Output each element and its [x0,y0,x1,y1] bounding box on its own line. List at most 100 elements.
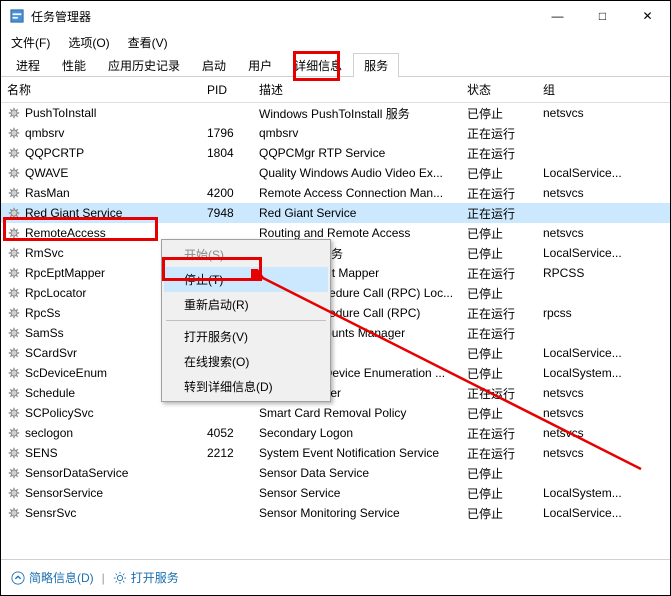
cell-name: SensrSvc [1,506,201,520]
tab-history[interactable]: 应用历史记录 [97,53,191,76]
service-icon [7,306,21,320]
ctx-divider [166,320,326,321]
service-icon [7,106,21,120]
close-button[interactable]: ✕ [625,1,670,31]
tab-details[interactable]: 详细信息 [283,53,353,76]
service-icon [7,146,21,160]
cell-group: LocalService... [537,506,637,520]
ctx-restart[interactable]: 重新启动(R) [164,292,328,317]
ctx-stop[interactable]: 停止(T) [164,267,328,292]
table-row[interactable]: SCardSvrSmart Card已停止LocalService... [1,343,670,363]
table-row[interactable]: SensorDataServiceSensor Data Service已停止 [1,463,670,483]
cell-group: netsvcs [537,226,637,240]
cell-status: 已停止 [461,105,537,122]
service-icon [7,486,21,500]
cell-name: SCPolicySvc [1,406,201,420]
cell-status: 正在运行 [461,185,537,202]
header-status[interactable]: 状态 [461,77,537,102]
table-row[interactable]: RpcEptMapperRPC Endpoint Mapper正在运行RPCSS [1,263,670,283]
service-icon [7,366,21,380]
maximize-button[interactable]: □ [580,1,625,31]
table-row[interactable]: qmbsrv1796qmbsrv正在运行 [1,123,670,143]
cell-desc: Secondary Logon [253,426,461,440]
table-row[interactable]: QQPCRTP1804QQPCMgr RTP Service正在运行 [1,143,670,163]
cell-desc: Red Giant Service [253,206,461,220]
cell-desc: Windows PushToInstall 服务 [253,105,461,122]
cell-group: netsvcs [537,386,637,400]
cell-name: QQPCRTP [1,146,201,160]
service-list[interactable]: PushToInstallWindows PushToInstall 服务已停止… [1,103,670,543]
cell-group: LocalService... [537,346,637,360]
open-services-link[interactable]: 打开服务 [113,569,179,586]
cell-name: Red Giant Service [1,206,201,220]
table-row[interactable]: SensrSvcSensor Monitoring Service已停止Loca… [1,503,670,523]
cell-group: netsvcs [537,426,637,440]
cell-group: netsvcs [537,106,637,120]
table-row[interactable]: ScDeviceEnumSmart Card Device Enumeratio… [1,363,670,383]
minimize-button[interactable]: — [535,1,580,31]
ctx-go-to-details[interactable]: 转到详细信息(D) [164,374,328,399]
table-row[interactable]: Schedule1176Task Scheduler正在运行netsvcs [1,383,670,403]
column-headers: 名称 PID 描述 状态 组 [1,77,670,103]
tab-services[interactable]: 服务 [353,53,399,77]
cell-name: PushToInstall [1,106,201,120]
chevron-up-icon [11,571,25,585]
header-name[interactable]: 名称 [1,77,201,102]
service-icon [7,246,21,260]
cell-group: netsvcs [537,446,637,460]
cell-status: 已停止 [461,365,537,382]
menu-view[interactable]: 查看(V) [124,32,172,53]
service-icon [7,286,21,300]
cell-name: RemoteAccess [1,226,201,240]
cell-group: LocalSystem... [537,486,637,500]
table-row[interactable]: RmSvc无线电管理服务已停止LocalService... [1,243,670,263]
table-row[interactable]: RpcLocatorRemote Procedure Call (RPC) Lo… [1,283,670,303]
cell-name: SensorDataService [1,466,201,480]
service-icon [7,326,21,340]
tab-users[interactable]: 用户 [237,53,283,76]
cell-status: 正在运行 [461,305,537,322]
table-row[interactable]: SENS2212System Event Notification Servic… [1,443,670,463]
header-pid[interactable]: PID [201,79,253,101]
brief-info-link[interactable]: 简略信息(D) [11,569,94,586]
ctx-open-services[interactable]: 打开服务(V) [164,324,328,349]
table-row[interactable]: RemoteAccessRouting and Remote Access已停止… [1,223,670,243]
cell-pid: 1796 [201,126,253,140]
table-row[interactable]: SensorServiceSensor Service已停止LocalSyste… [1,483,670,503]
tab-processes[interactable]: 进程 [5,53,51,76]
tab-startup[interactable]: 启动 [191,53,237,76]
service-icon [7,466,21,480]
service-icon [7,266,21,280]
cell-desc: Smart Card Removal Policy [253,406,461,420]
ctx-start[interactable]: 开始(S) [164,242,328,267]
table-row[interactable]: RasMan4200Remote Access Connection Man..… [1,183,670,203]
cell-status: 已停止 [461,505,537,522]
cell-status: 正在运行 [461,125,537,142]
header-desc[interactable]: 描述 [253,77,461,102]
table-row[interactable]: SCPolicySvcSmart Card Removal Policy已停止n… [1,403,670,423]
header-group[interactable]: 组 [537,77,654,102]
cell-desc: Sensor Data Service [253,466,461,480]
table-row[interactable]: seclogon4052Secondary Logon正在运行netsvcs [1,423,670,443]
cell-group: LocalSystem... [537,366,637,380]
menu-file[interactable]: 文件(F) [7,32,54,53]
service-icon [7,206,21,220]
menu-options[interactable]: 选项(O) [64,32,113,53]
cell-pid: 2212 [201,446,253,460]
ctx-search-online[interactable]: 在线搜索(O) [164,349,328,374]
table-row[interactable]: RpcSsRemote Procedure Call (RPC)正在运行rpcs… [1,303,670,323]
cell-desc: Sensor Service [253,486,461,500]
cell-status: 正在运行 [461,445,537,462]
tab-performance[interactable]: 性能 [51,53,97,76]
service-icon [7,506,21,520]
table-row[interactable]: SamSsSecurity Accounts Manager正在运行 [1,323,670,343]
cell-desc: QQPCMgr RTP Service [253,146,461,160]
cell-status: 已停止 [461,405,537,422]
service-icon [7,126,21,140]
table-row[interactable]: PushToInstall Windows PushToInstall 服务已停止… [1,103,670,123]
table-row[interactable]: Red Giant Service7948Red Giant Service正在… [1,203,670,223]
table-row[interactable]: QWAVEQuality Windows Audio Video Ex...已停… [1,163,670,183]
cell-desc: Remote Access Connection Man... [253,186,461,200]
cell-status: 正在运行 [461,425,537,442]
cell-status: 已停止 [461,225,537,242]
